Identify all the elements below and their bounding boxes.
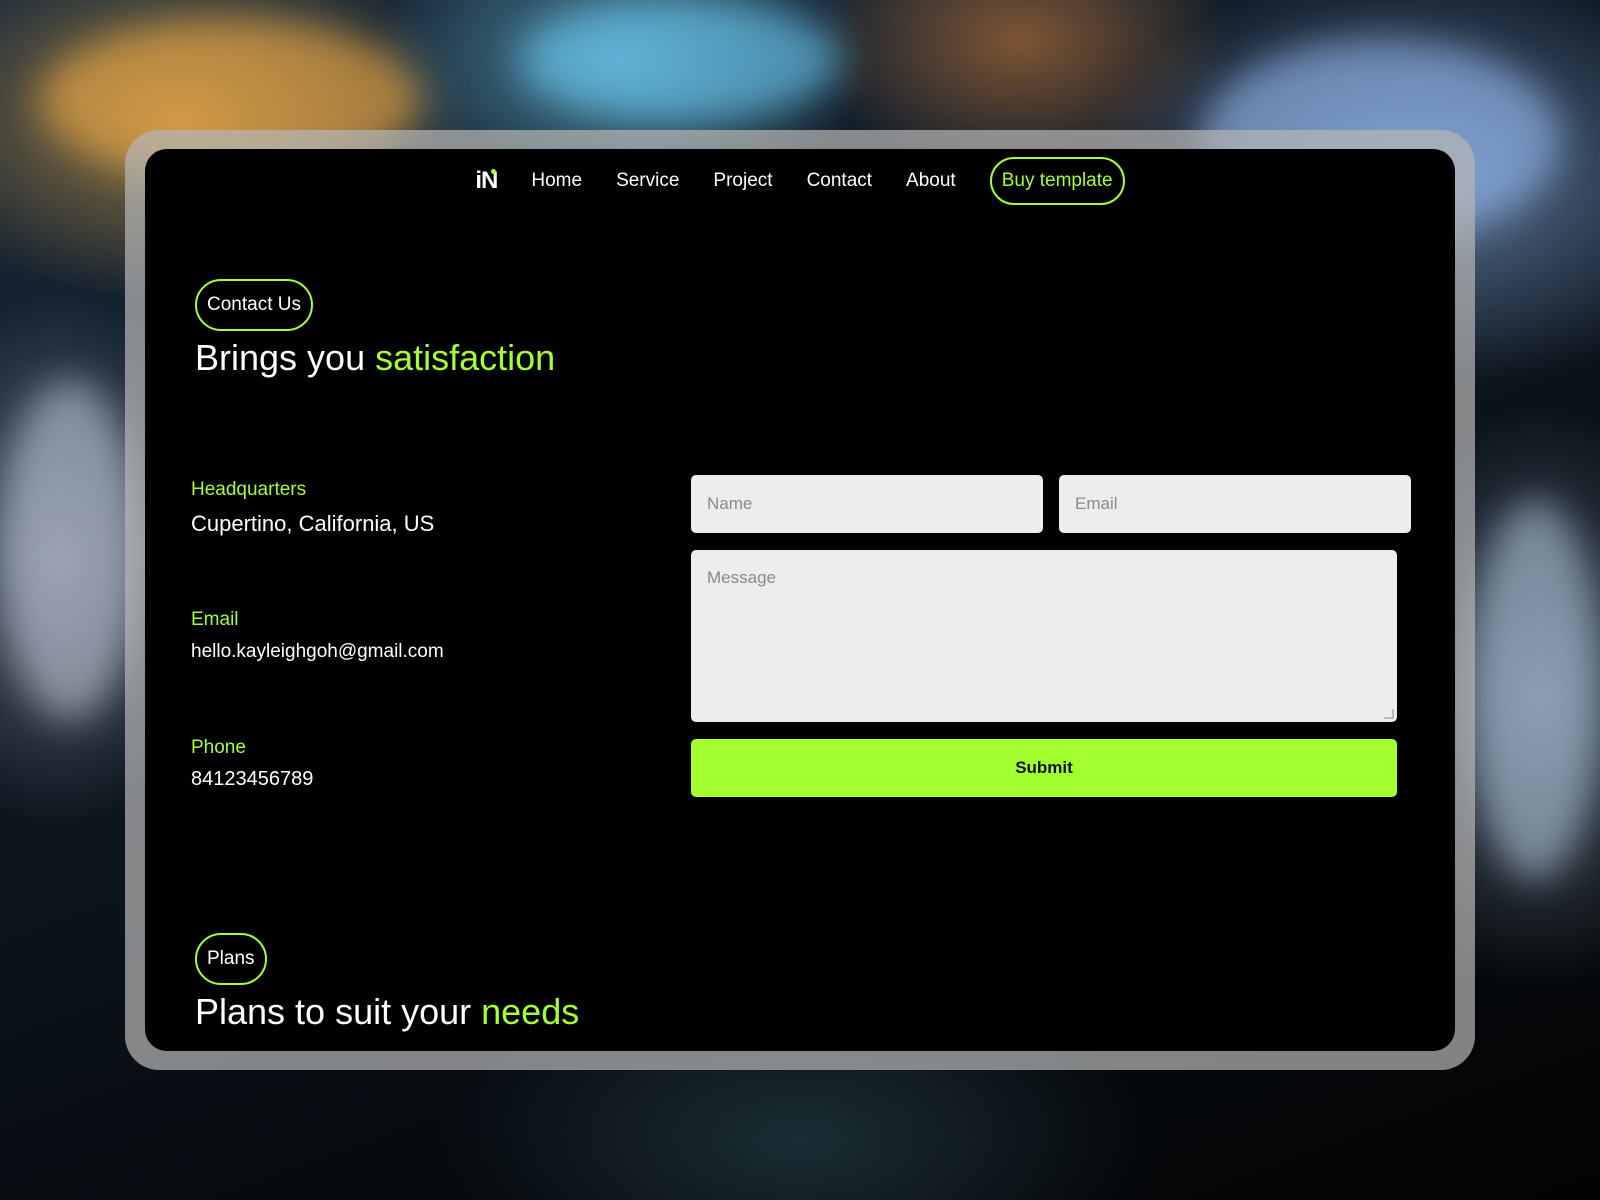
contact-us-pill: Contact Us bbox=[195, 279, 313, 331]
background-light-streak bbox=[520, 0, 840, 120]
headquarters-label: Headquarters bbox=[191, 479, 307, 500]
nav-service[interactable]: Service bbox=[616, 170, 679, 192]
plans-heading: Plans to suit your needs bbox=[195, 991, 579, 1033]
phone-value: 84123456789 bbox=[191, 768, 314, 790]
contact-heading-accent: satisfaction bbox=[375, 337, 556, 378]
email-value[interactable]: hello.kayleighgoh@gmail.com bbox=[191, 641, 444, 663]
contact-heading-main: Brings you bbox=[195, 337, 376, 378]
background-light-streak bbox=[1470, 500, 1600, 880]
submit-button[interactable]: Submit bbox=[691, 739, 1397, 797]
website-panel: iN Home Service Project Contact About Bu… bbox=[145, 149, 1455, 1051]
name-placeholder: Name bbox=[707, 494, 753, 513]
email-label: Email bbox=[191, 609, 239, 630]
background-light-streak bbox=[0, 380, 140, 720]
message-textarea[interactable]: Message bbox=[691, 550, 1397, 722]
email-input[interactable]: Email bbox=[1059, 475, 1411, 533]
nav-project[interactable]: Project bbox=[713, 170, 772, 192]
phone-label: Phone bbox=[191, 737, 246, 758]
buy-template-button[interactable]: Buy template bbox=[989, 157, 1125, 205]
plans-heading-main: Plans to suit your bbox=[195, 991, 482, 1032]
message-placeholder: Message bbox=[707, 568, 776, 587]
nav-contact[interactable]: Contact bbox=[807, 170, 872, 192]
resize-handle-icon[interactable] bbox=[1384, 709, 1394, 719]
name-input[interactable]: Name bbox=[691, 475, 1043, 533]
contact-heading: Brings you satisfaction bbox=[195, 337, 555, 379]
plans-pill: Plans bbox=[195, 933, 267, 985]
email-placeholder: Email bbox=[1075, 494, 1118, 513]
nav-about[interactable]: About bbox=[906, 170, 956, 192]
headquarters-value: Cupertino, California, US bbox=[191, 511, 435, 536]
plans-heading-accent: needs bbox=[481, 991, 580, 1032]
nav-home[interactable]: Home bbox=[531, 170, 582, 192]
top-nav: iN Home Service Project Contact About Bu… bbox=[145, 157, 1455, 205]
logo[interactable]: iN bbox=[475, 167, 498, 195]
